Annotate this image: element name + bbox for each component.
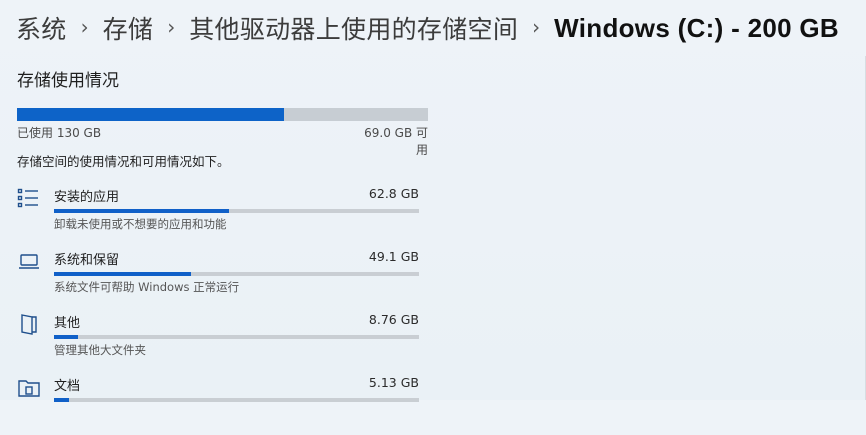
chevron-right-icon: › (532, 15, 541, 39)
category-system-reserved[interactable]: 系统和保留 49.1 GB 系统文件可帮助 Windows 正常运行 (17, 249, 419, 309)
chevron-right-icon: › (167, 15, 176, 39)
category-size: 62.8 GB (368, 186, 419, 201)
category-subtitle: 管理其他大文件夹 (54, 343, 146, 357)
category-size: 5.13 GB (368, 375, 419, 390)
category-usage-bar (54, 272, 419, 276)
category-usage-bar-fill (54, 209, 230, 213)
section-title-storage-usage: 存储使用情况 (17, 71, 119, 91)
category-usage-bar-fill (54, 335, 78, 339)
page-title: Windows (C:) - 200 GB (554, 12, 839, 43)
category-usage-bar-fill (54, 272, 191, 276)
breadcrumb-item-storage[interactable]: 存储 (103, 10, 154, 46)
category-name: 安装的应用 (54, 190, 120, 205)
total-usage-bar-fill (17, 108, 285, 121)
breadcrumb-item-other-drives[interactable]: 其他驱动器上使用的存储空间 (189, 10, 518, 46)
apps-list-icon (17, 186, 41, 210)
category-usage-bar (54, 209, 419, 213)
free-space-label: 69.0 GB 可用 (364, 126, 428, 157)
category-documents[interactable]: 文档 5.13 GB (17, 375, 419, 435)
category-size: 49.1 GB (368, 249, 419, 264)
category-name: 系统和保留 (54, 253, 120, 268)
category-usage-bar (54, 335, 419, 339)
category-name: 其他 (54, 316, 81, 331)
category-other[interactable]: 其他 8.76 GB 管理其他大文件夹 (17, 312, 419, 372)
document-folder-icon (17, 375, 41, 399)
total-usage-bar (17, 108, 428, 121)
laptop-icon (17, 249, 41, 273)
category-usage-bar (54, 398, 419, 402)
breadcrumb-item-system[interactable]: 系统 (16, 10, 67, 46)
category-usage-bar-fill (54, 398, 69, 402)
category-size: 8.76 GB (368, 312, 419, 327)
category-name: 文档 (54, 379, 81, 394)
storage-description: 存储空间的使用情况和可用情况如下。 (17, 154, 230, 169)
breadcrumb: 系统 › 存储 › 其他驱动器上使用的存储空间 › Windows (C:) -… (16, 8, 839, 48)
category-subtitle: 卸载未使用或不想要的应用和功能 (54, 217, 227, 231)
chevron-right-icon: › (80, 15, 89, 39)
category-subtitle: 系统文件可帮助 Windows 正常运行 (54, 280, 240, 294)
category-installed-apps[interactable]: 安装的应用 62.8 GB 卸载未使用或不想要的应用和功能 (17, 186, 419, 246)
folder-icon (17, 312, 41, 336)
used-space-label: 已使用 130 GB (17, 126, 102, 140)
